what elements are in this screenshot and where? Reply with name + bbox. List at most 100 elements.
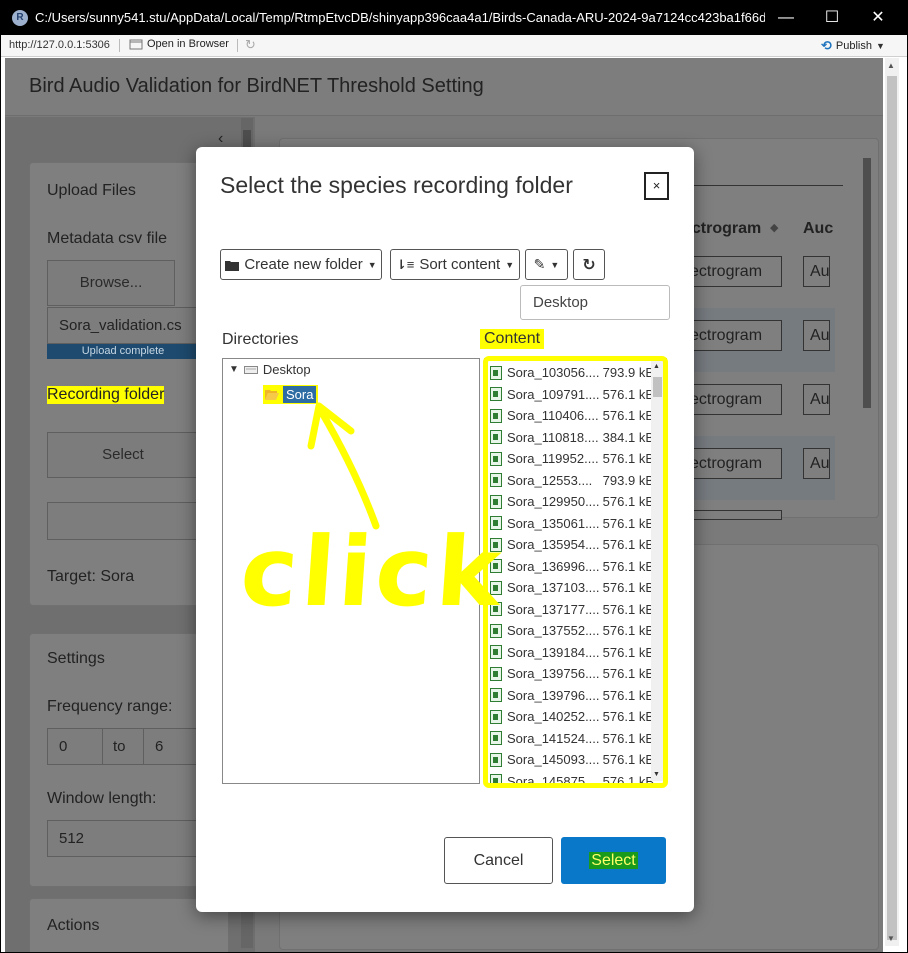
list-item[interactable]: Sora_110406.... 576.1 kB — [490, 405, 660, 426]
list-item[interactable]: Sora_135954.... 576.1 kB — [490, 534, 660, 555]
audio-button[interactable]: Au — [803, 448, 830, 479]
list-item[interactable]: Sora_135061.... 576.1 kB — [490, 513, 660, 534]
spectrogram-button[interactable] — [685, 510, 782, 520]
file-size: 576.1 kB — [602, 580, 654, 595]
file-size: 576.1 kB — [602, 537, 654, 552]
metadata-csv-label: Metadata csv file — [47, 230, 168, 247]
window-length-input[interactable]: 512 — [47, 820, 199, 857]
list-item[interactable]: Sora_139184.... 576.1 kB — [490, 642, 660, 663]
publish-icon: ⟲ — [821, 38, 832, 53]
viewer-scrollbar[interactable]: ▲ ▼ — [885, 58, 899, 946]
r-app-icon: R — [12, 10, 28, 26]
freq-min-input[interactable]: 0 — [47, 728, 103, 765]
spectrogram-column-header[interactable]: ectrogram — [683, 220, 761, 238]
list-item[interactable]: Sora_145875.... 576.1 kB — [490, 771, 660, 783]
tree-node-label: Desktop — [262, 362, 311, 377]
table-scrollbar[interactable] — [861, 148, 873, 518]
audio-file-icon — [490, 752, 502, 767]
minimize-button[interactable]: — — [763, 1, 809, 35]
file-size: 576.1 kB — [602, 386, 654, 402]
publish-label: Publish — [835, 40, 872, 52]
audio-column-header[interactable]: Auc — [803, 220, 833, 238]
spectrogram-button[interactable]: ectrogram — [685, 320, 782, 351]
list-item[interactable]: Sora_103056.... 793.9 kB — [490, 362, 660, 383]
audio-file-icon — [490, 688, 502, 702]
spectrogram-button[interactable]: ectrogram — [685, 384, 782, 415]
spectrogram-button[interactable]: ectrogram — [685, 256, 782, 287]
sort-content-button[interactable]: ⇂≡ Sort content ▼ — [390, 249, 520, 280]
publish-button[interactable]: ⟲ Publish ▼ — [821, 38, 885, 54]
file-size: 576.1 kB — [602, 752, 654, 767]
open-in-browser-button[interactable]: Open in Browser — [129, 38, 229, 50]
list-item[interactable]: Sora_136996.... 576.1 kB — [490, 556, 660, 577]
recording-folder-label: Recording folder — [47, 386, 165, 404]
list-item[interactable]: Sora_140252.... 576.1 kB — [490, 706, 660, 727]
scrollbar-thumb[interactable] — [887, 76, 897, 940]
maximize-button[interactable]: ☐ — [809, 1, 855, 35]
freq-max-input[interactable]: 6 — [143, 728, 199, 765]
list-item[interactable]: Sora_137552.... 576.1 kB — [490, 620, 660, 641]
close-button[interactable]: ✕ — [855, 1, 901, 35]
scrollbar-thumb[interactable] — [653, 377, 662, 397]
list-item[interactable]: Sora_145093.... 576.1 kB — [490, 749, 660, 770]
refresh-icon[interactable]: ↻ — [245, 37, 256, 53]
list-item[interactable]: Sora_119952.... 576.1 kB — [490, 448, 660, 469]
list-item[interactable]: Sora_12553.... 793.9 kB — [490, 470, 660, 491]
audio-button[interactable]: Au — [803, 320, 830, 351]
refresh-button[interactable]: ↻ — [573, 249, 605, 280]
audio-file-icon — [490, 473, 502, 487]
list-item[interactable]: Sora_137177.... 576.1 kB — [490, 599, 660, 620]
list-item[interactable]: Sora_139756.... 576.1 kB — [490, 663, 660, 684]
list-item[interactable]: Sora_139796.... 576.1 kB — [490, 685, 660, 706]
scroll-down-icon[interactable]: ▼ — [887, 934, 895, 943]
file-name: Sora_129950.... — [507, 494, 599, 509]
file-name: Sora_109791.... — [507, 386, 599, 402]
edit-view-button[interactable]: ✎ ▼ — [525, 249, 568, 280]
list-item[interactable]: Sora_129950.... 576.1 kB — [490, 491, 660, 512]
modal-close-button[interactable]: × — [644, 172, 669, 200]
file-size: 576.1 kB — [602, 601, 654, 617]
browse-button[interactable]: Browse... — [47, 260, 175, 306]
upload-progress-bar: Upload complete — [47, 344, 199, 359]
settings-heading: Settings — [47, 650, 105, 667]
file-name-field[interactable]: Sora_validation.cs — [47, 307, 199, 344]
file-name: Sora_135061.... — [507, 515, 599, 531]
list-item[interactable]: Sora_141524.... 576.1 kB — [490, 728, 660, 749]
folder-icon — [225, 260, 240, 271]
select-button[interactable]: Select — [561, 837, 666, 884]
scroll-up-icon[interactable]: ▲ — [653, 363, 660, 370]
browser-icon — [129, 39, 143, 50]
audio-button[interactable]: Au — [803, 256, 830, 287]
refresh-icon: ↻ — [582, 256, 596, 274]
audio-file-icon — [490, 774, 502, 783]
actions-heading: Actions — [47, 917, 100, 934]
file-name: Sora_135954.... — [507, 537, 599, 552]
scroll-down-icon[interactable]: ▼ — [653, 771, 660, 778]
scroll-up-icon[interactable]: ▲ — [887, 61, 895, 70]
sort-icon[interactable]: ◆ — [770, 221, 778, 234]
spectrogram-button[interactable]: ectrogram — [685, 448, 782, 479]
audio-button[interactable]: Au — [803, 384, 830, 415]
create-folder-button[interactable]: Create new folder ▼ — [220, 249, 382, 280]
arrow-annotation — [307, 402, 380, 530]
tree-node-desktop[interactable]: ▼ Desktop — [229, 362, 311, 377]
audio-file-icon — [490, 494, 502, 509]
list-item[interactable]: Sora_109791.... 576.1 kB — [490, 384, 660, 405]
list-item[interactable]: Sora_110818.... 384.1 kB — [490, 427, 660, 448]
collapse-sidebar-icon[interactable]: ‹ — [218, 130, 223, 148]
file-size: 576.1 kB — [602, 515, 654, 531]
file-size: 793.9 kB — [602, 472, 654, 488]
list-item[interactable]: Sora_137103.... 576.1 kB — [490, 577, 660, 598]
cancel-button[interactable]: Cancel — [444, 837, 553, 884]
file-size: 576.1 kB — [602, 730, 654, 746]
open-folder-icon — [265, 390, 279, 400]
audio-file-icon — [490, 408, 502, 423]
file-name: Sora_139184.... — [507, 644, 599, 660]
file-size: 576.1 kB — [602, 687, 654, 703]
select-folder-button[interactable]: Select — [47, 432, 199, 478]
file-name: Sora_139796.... — [507, 687, 599, 703]
content-scrollbar[interactable]: ▲ ▼ — [651, 361, 664, 781]
current-path-field[interactable]: Desktop — [520, 285, 670, 320]
chevron-down-icon: ▼ — [550, 259, 560, 270]
app-window: R C:/Users/sunny541.stu/AppData/Local/Te… — [1, 1, 907, 952]
